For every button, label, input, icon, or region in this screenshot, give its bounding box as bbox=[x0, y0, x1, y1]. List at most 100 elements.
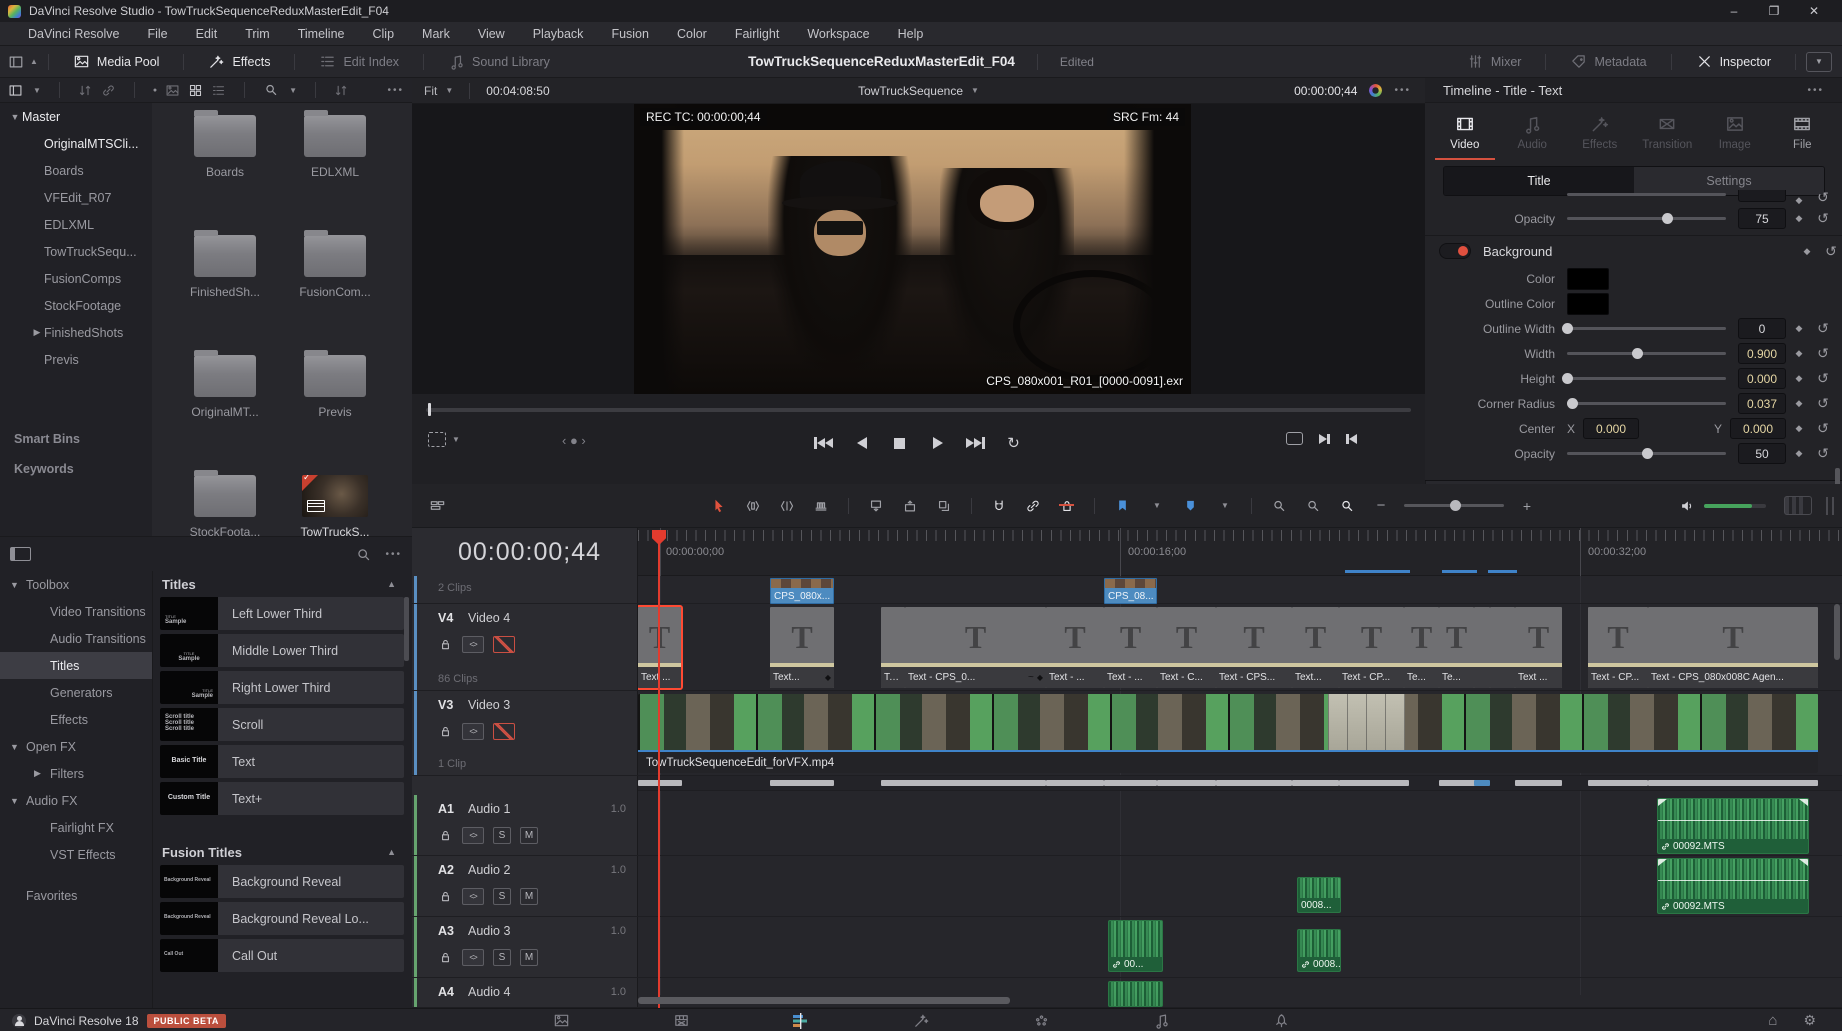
sidebar-section-smart-bins[interactable]: Smart Bins bbox=[14, 432, 80, 446]
menu-file[interactable]: File bbox=[133, 27, 181, 41]
bin-item-boards[interactable]: Boards bbox=[0, 157, 152, 184]
effects-tree-audio-transitions[interactable]: Audio Transitions bbox=[0, 625, 152, 652]
fusion-title-item-background-reveal[interactable]: Background RevealBackground Reveal bbox=[160, 865, 404, 898]
auto-select-icon[interactable]: <> bbox=[462, 949, 484, 966]
zoom-out-button[interactable]: − bbox=[1364, 497, 1398, 514]
title-clip[interactable]: TText - C... bbox=[1157, 607, 1216, 688]
search-icon[interactable] bbox=[263, 82, 279, 98]
height-slider[interactable] bbox=[1567, 377, 1726, 380]
inspector-tab-audio[interactable]: Audio bbox=[1500, 104, 1564, 160]
title-item-left-lower-third[interactable]: TITLESampleLeft Lower Third bbox=[160, 597, 404, 630]
mute-button[interactable]: M bbox=[520, 949, 538, 966]
effects-tree-video-transitions[interactable]: Video Transitions bbox=[0, 598, 152, 625]
track-lock-icon[interactable] bbox=[438, 828, 453, 843]
page-color[interactable] bbox=[1027, 1011, 1055, 1031]
track-disable-icon[interactable] bbox=[493, 723, 515, 740]
bin-item-edlxml[interactable]: EDLXML bbox=[0, 211, 152, 238]
background-toggle[interactable] bbox=[1439, 243, 1471, 259]
bin-item-stockfootage[interactable]: StockFootage bbox=[0, 292, 152, 319]
track-lock-icon[interactable] bbox=[438, 889, 453, 904]
razor-edit-mode-tool[interactable] bbox=[804, 498, 838, 514]
menu-help[interactable]: Help bbox=[884, 27, 938, 41]
snapping-toggle[interactable] bbox=[982, 498, 1016, 514]
timeline-audio-mute-icon[interactable] bbox=[1670, 498, 1704, 514]
outline-width-slider[interactable] bbox=[1567, 327, 1726, 330]
menu-mark[interactable]: Mark bbox=[408, 27, 464, 41]
media-item-boards[interactable]: Boards bbox=[170, 115, 280, 179]
keyframe-icon[interactable]: ◆ bbox=[1786, 423, 1812, 434]
compound-clip-cps-080x-[interactable]: CPS_080x... bbox=[770, 578, 834, 604]
custom-zoom-button[interactable] bbox=[1330, 498, 1364, 514]
match-frame-icon[interactable] bbox=[1346, 434, 1357, 444]
track-header-a4[interactable]: A4Audio 41.0<>SM bbox=[412, 978, 638, 1008]
add-marker-button[interactable] bbox=[1173, 498, 1207, 513]
list-view-icon[interactable] bbox=[211, 83, 226, 98]
loop-button[interactable]: ↻ bbox=[999, 430, 1029, 456]
effects-tree-vst-effects[interactable]: VST Effects bbox=[0, 841, 152, 868]
menu-fusion[interactable]: Fusion bbox=[597, 27, 663, 41]
go-to-end-button[interactable] bbox=[961, 430, 991, 456]
strip-view-icon[interactable] bbox=[165, 83, 180, 98]
effects-tree-effects[interactable]: Effects bbox=[0, 706, 152, 733]
thumbnail-size-icon[interactable]: ● bbox=[153, 87, 157, 94]
title-item-text[interactable]: Basic TitleText bbox=[160, 745, 404, 778]
title-clip[interactable] bbox=[1490, 607, 1515, 688]
page-fusion[interactable] bbox=[907, 1011, 935, 1031]
marker-color-chevron[interactable]: ▼ bbox=[1207, 501, 1241, 510]
page-deliver[interactable] bbox=[1267, 1011, 1295, 1031]
go-to-start-button[interactable] bbox=[809, 430, 839, 456]
effects-tree-toolbox[interactable]: ▼Toolbox bbox=[0, 571, 152, 598]
timeline-view-options-icon[interactable] bbox=[420, 497, 454, 514]
track-header-v4[interactable]: V4Video 4<>86 Clips bbox=[412, 604, 638, 691]
audio-clip[interactable] bbox=[1108, 981, 1163, 1007]
effects-tree-audio-fx[interactable]: ▼Audio FX bbox=[0, 787, 152, 814]
effects-tree-generators[interactable]: Generators bbox=[0, 679, 152, 706]
sort-order-icon[interactable] bbox=[334, 83, 349, 98]
center-x-value[interactable]: 0.000 bbox=[1583, 418, 1639, 439]
menu-fairlight[interactable]: Fairlight bbox=[721, 27, 793, 41]
menu-playback[interactable]: Playback bbox=[519, 27, 598, 41]
audio-clip-0008-[interactable]: 0008... bbox=[1297, 929, 1341, 972]
titles-scrollbar[interactable] bbox=[404, 597, 409, 661]
video-clip-towtrucksequenceedit[interactable]: TowTruckSequenceEdit_forVFX.mp4 bbox=[638, 694, 1818, 773]
keyframe-icon[interactable]: ◆ bbox=[1794, 246, 1820, 257]
menu-workspace[interactable]: Workspace bbox=[793, 27, 883, 41]
reset-icon[interactable]: ↺ bbox=[1812, 420, 1834, 437]
reset-icon[interactable]: ↺ bbox=[1812, 320, 1834, 337]
fusion-title-item-call-out[interactable]: Call OutCall Out bbox=[160, 939, 404, 972]
reset-icon[interactable]: ↺ bbox=[1820, 243, 1842, 260]
menu-view[interactable]: View bbox=[464, 27, 519, 41]
solo-button[interactable]: S bbox=[493, 949, 511, 966]
solo-button[interactable]: S bbox=[493, 827, 511, 844]
effects-options-icon[interactable]: ••• bbox=[385, 549, 402, 560]
menu-davinci-resolve[interactable]: DaVinci Resolve bbox=[14, 27, 133, 41]
opacity-value[interactable]: 75 bbox=[1738, 208, 1786, 229]
fusion-title-item-background-reveal-lo-[interactable]: Background RevealBackground Reveal Lo... bbox=[160, 902, 404, 935]
stop-button[interactable] bbox=[885, 430, 915, 456]
inspector-tab-video[interactable]: Video bbox=[1433, 104, 1497, 160]
timeline-ruler[interactable]: 00:00:00;0000:00:16;0000:00:32;00 bbox=[638, 528, 1842, 576]
replace-clip-button[interactable] bbox=[927, 498, 961, 514]
outline-width-value[interactable]: 0 bbox=[1738, 318, 1786, 339]
reset-icon[interactable]: ↺ bbox=[1812, 210, 1834, 227]
flag-color-chevron[interactable]: ▼ bbox=[1139, 501, 1173, 510]
audio-clip-00092-mts[interactable]: 00092.MTS bbox=[1657, 798, 1809, 854]
inspector-tab-image[interactable]: Image bbox=[1703, 104, 1767, 160]
reset-icon[interactable]: ↺ bbox=[1812, 395, 1834, 412]
inspector-options-icon[interactable]: ••• bbox=[1807, 85, 1824, 96]
detail-zoom-button[interactable] bbox=[1296, 498, 1330, 514]
auto-select-icon[interactable]: <> bbox=[462, 888, 484, 905]
title-item-scroll[interactable]: Scroll titleScroll titleScroll titleScro… bbox=[160, 708, 404, 741]
media-pool-options-icon[interactable]: ••• bbox=[387, 85, 404, 96]
dynamic-trim-mode-tool[interactable] bbox=[770, 498, 804, 514]
media-item-stockfoota-[interactable]: StockFoota... bbox=[170, 475, 280, 539]
title-item-text-[interactable]: Custom TitleText+ bbox=[160, 782, 404, 815]
page-fairlight[interactable] bbox=[1147, 1011, 1175, 1031]
media-item-previs[interactable]: Previs bbox=[280, 355, 390, 419]
search-icon[interactable] bbox=[356, 547, 371, 562]
inspector-button[interactable]: Inspector bbox=[1682, 53, 1785, 70]
thumbnail-view-icon[interactable] bbox=[188, 83, 203, 98]
zoom-in-button[interactable]: + bbox=[1510, 498, 1544, 514]
audio-clip-0008-[interactable]: 0008... bbox=[1297, 877, 1341, 913]
track-header-a1[interactable]: A1Audio 11.0<>SM bbox=[412, 795, 638, 856]
